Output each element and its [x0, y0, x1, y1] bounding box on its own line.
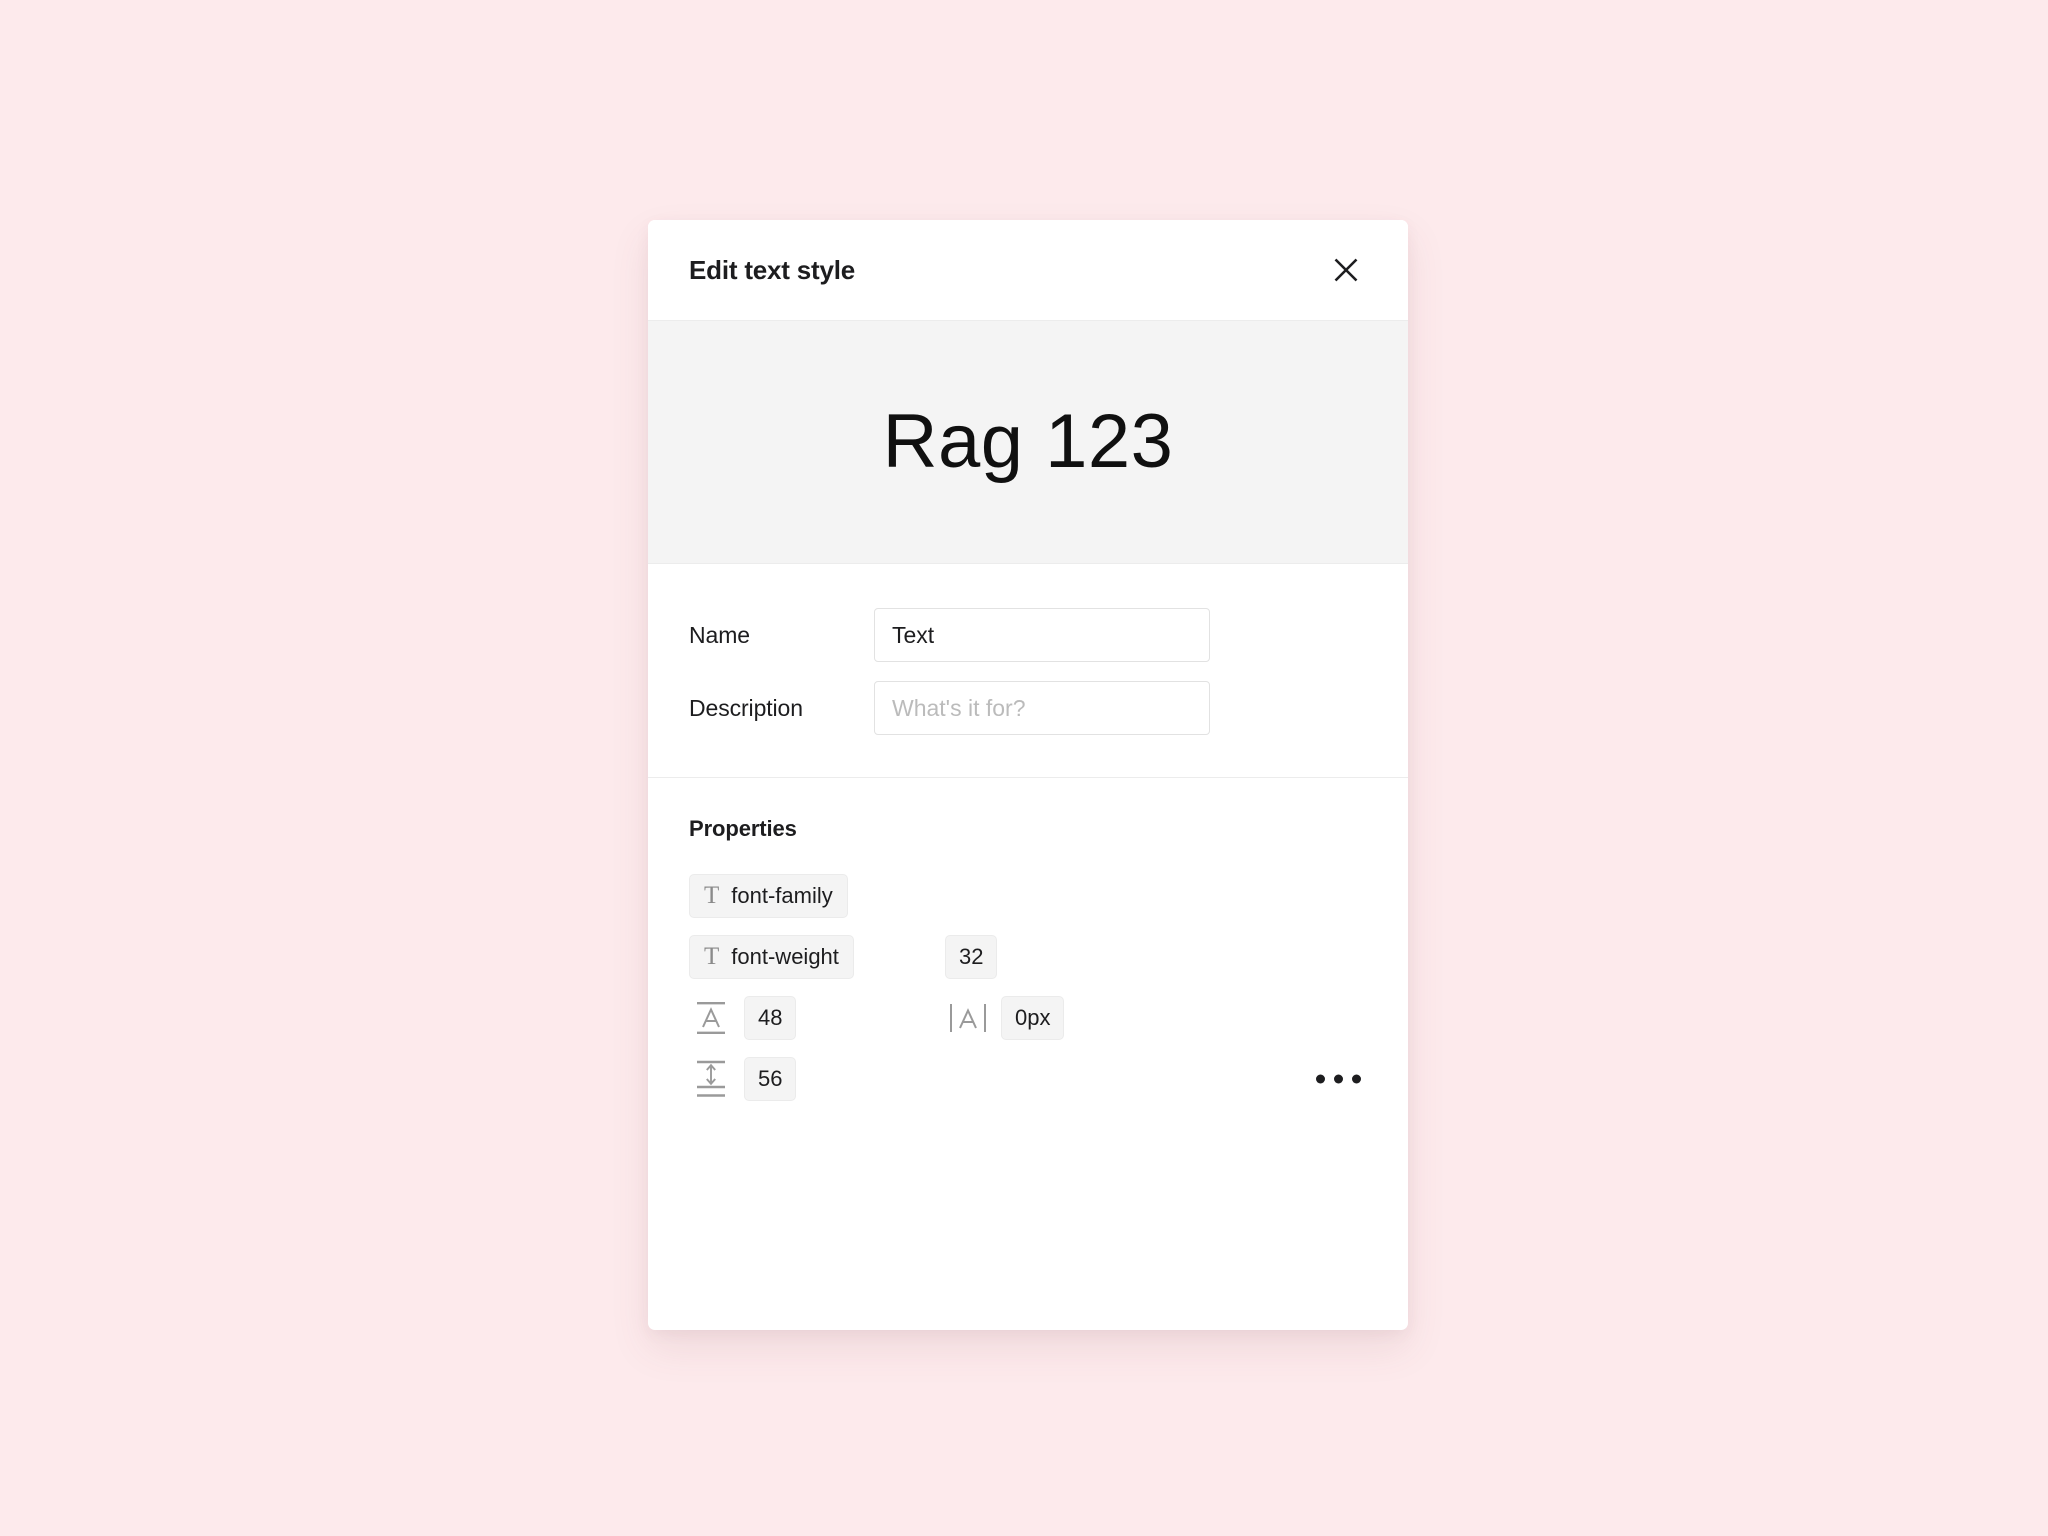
edit-text-style-modal: Edit text style Rag 123 Name Description [648, 220, 1408, 1330]
property-left-cell: 48 [689, 996, 937, 1040]
property-row-font-size: 48 0px [689, 996, 1367, 1040]
property-left-cell: T font-weight [689, 935, 937, 979]
preview-sample-text: Rag 123 [882, 399, 1174, 485]
description-field-row: Description [689, 681, 1367, 735]
text-style-preview: Rag 123 [648, 320, 1408, 564]
property-row-line-height: 56 [689, 1057, 1367, 1101]
property-left-cell: 56 [689, 1057, 937, 1101]
font-weight-value[interactable]: 32 [945, 935, 998, 979]
name-field-label: Name [689, 621, 750, 648]
text-type-icon: T [704, 942, 720, 970]
description-input[interactable] [874, 681, 1210, 735]
modal-title: Edit text style [689, 254, 856, 285]
property-row-font-weight: T font-weight 32 [689, 935, 1367, 979]
description-field-label: Description [689, 694, 803, 721]
close-button[interactable] [1324, 248, 1368, 292]
property-right-cell: 0px [937, 996, 1367, 1040]
property-right-cell: 32 [937, 935, 1367, 979]
more-horizontal-icon [1316, 1074, 1361, 1084]
letter-spacing-value[interactable]: 0px [1001, 996, 1065, 1040]
properties-heading: Properties [689, 816, 797, 841]
font-family-chip-label: font-family [731, 883, 833, 908]
font-family-chip[interactable]: T font-family [689, 874, 848, 918]
name-input[interactable] [874, 608, 1210, 662]
font-weight-chip[interactable]: T font-weight [689, 935, 854, 979]
modal-header: Edit text style [648, 220, 1408, 320]
property-row-font-family: T font-family [689, 874, 1367, 918]
name-field-row: Name [689, 608, 1367, 662]
line-height-value[interactable]: 56 [744, 1057, 797, 1101]
more-options-button[interactable] [1310, 1067, 1367, 1092]
properties-section: Properties T font-family T font-weight 3… [648, 778, 1408, 1330]
property-left-cell: T font-family [689, 874, 937, 918]
style-fields: Name Description [648, 564, 1408, 778]
line-height-icon [689, 1059, 733, 1099]
page-canvas: Edit text style Rag 123 Name Description [0, 0, 2048, 1536]
font-size-value[interactable]: 48 [744, 996, 797, 1040]
font-weight-chip-label: font-weight [731, 944, 839, 969]
font-size-icon [689, 1000, 733, 1036]
close-icon [1329, 253, 1363, 287]
text-type-icon: T [704, 881, 720, 909]
letter-spacing-icon [945, 1001, 991, 1035]
